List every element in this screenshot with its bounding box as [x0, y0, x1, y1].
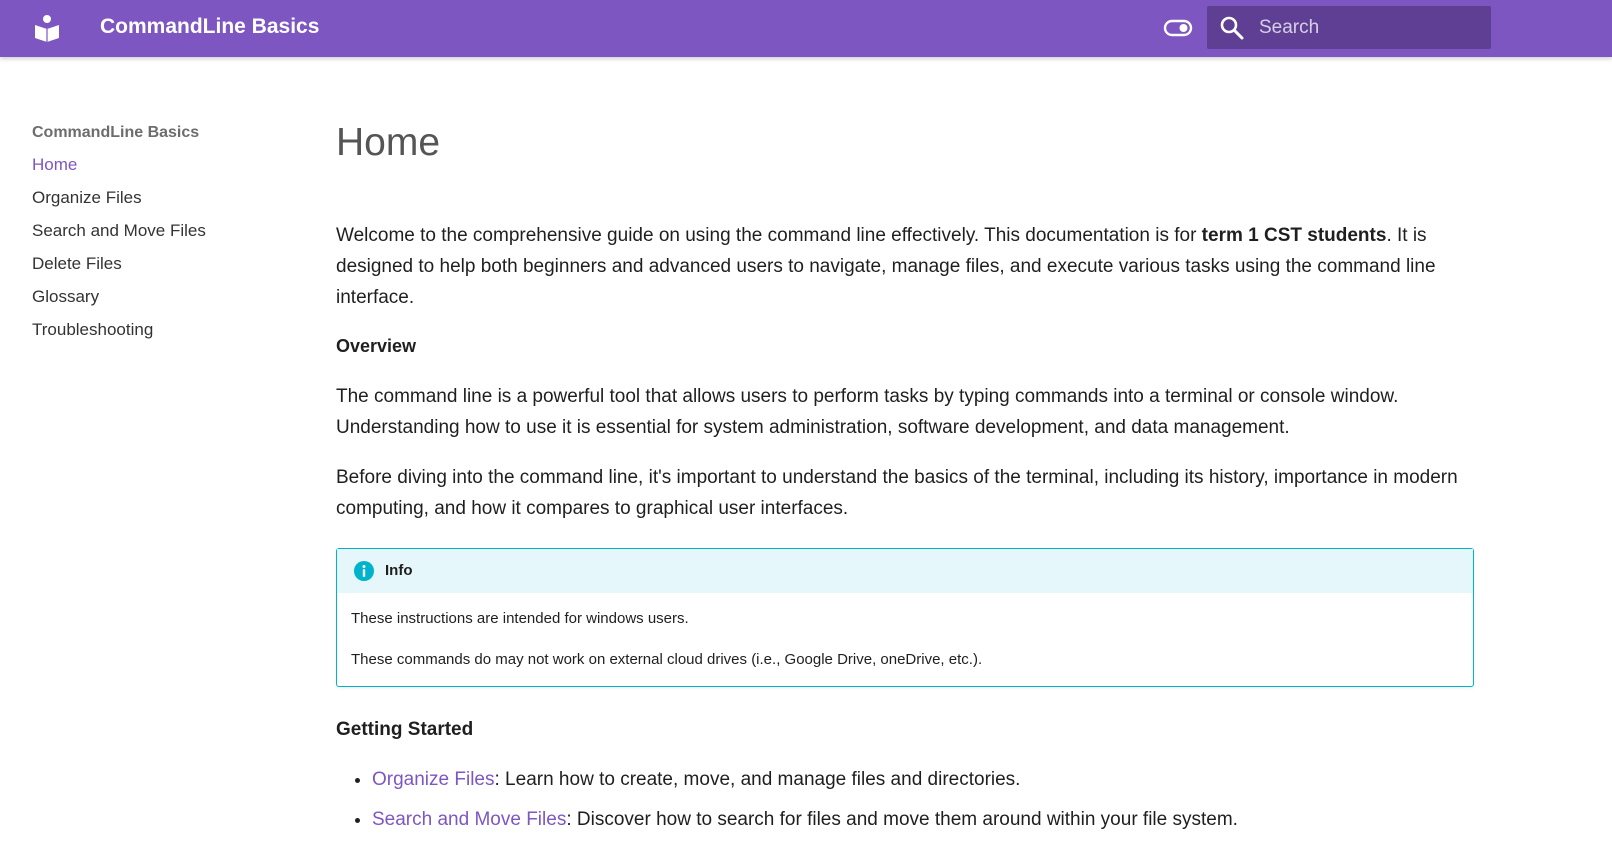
sidebar-item-search-and-move-files[interactable]: Search and Move Files [32, 218, 292, 251]
sidebar-item-troubleshooting[interactable]: Troubleshooting [32, 317, 292, 350]
info-line-windows: These instructions are intended for wind… [351, 610, 689, 627]
info-line-cloud-drives: These commands do may not work on extern… [351, 651, 983, 668]
getting-started-heading: Getting Started [336, 719, 474, 740]
intro-paragraph: Welcome to the comprehensive guide on us… [336, 220, 1476, 313]
organize-files-description: : Learn how to create, move, and manage … [494, 769, 1021, 790]
sidebar-item-delete-files[interactable]: Delete Files [32, 251, 292, 284]
overview-paragraph-2: Before diving into the command line, it'… [336, 467, 1458, 519]
search-input[interactable] [1259, 6, 1479, 49]
site-title[interactable]: CommandLine Basics [100, 13, 319, 41]
sidebar-item-glossary[interactable]: Glossary [32, 284, 292, 317]
getting-started-list: Organize Files: Learn how to create, mov… [336, 764, 1476, 835]
sidebar-nav: CommandLine Basics Home Organize Files S… [32, 120, 292, 350]
search-icon [1220, 16, 1244, 40]
search-and-move-files-link[interactable]: Search and Move Files [372, 809, 566, 830]
info-admonition-body: These instructions are intended for wind… [337, 593, 1473, 689]
list-item: Search and Move Files: Discover how to s… [372, 804, 1476, 835]
page-title: Home [336, 121, 441, 164]
search-and-move-files-description: : Discover how to search for files and m… [566, 809, 1238, 830]
sidebar-item-home[interactable]: Home [32, 152, 292, 185]
intro-text-start: Welcome to the comprehensive guide on us… [336, 225, 1202, 246]
theme-toggle-icon[interactable] [1162, 14, 1194, 42]
overview-heading: Overview [336, 336, 417, 356]
list-item: Organize Files: Learn how to create, mov… [372, 764, 1476, 795]
book-reader-logo-icon[interactable] [34, 14, 60, 42]
overview-paragraph-1: The command line is a powerful tool that… [336, 386, 1399, 438]
info-admonition-header: Info [337, 549, 1473, 593]
search-box[interactable] [1207, 6, 1491, 49]
intro-bold-audience: term 1 CST students [1201, 225, 1387, 246]
sidebar-title: CommandLine Basics [32, 124, 200, 141]
top-header: CommandLine Basics [0, 0, 1612, 57]
sidebar-item-organize-files[interactable]: Organize Files [32, 185, 292, 218]
main-content: Home Welcome to the comprehensive guide … [336, 112, 1476, 844]
info-admonition: Info These instructions are intended for… [336, 548, 1474, 687]
info-icon [354, 561, 374, 581]
info-admonition-title: Info [385, 562, 413, 579]
organize-files-link[interactable]: Organize Files [372, 769, 495, 790]
